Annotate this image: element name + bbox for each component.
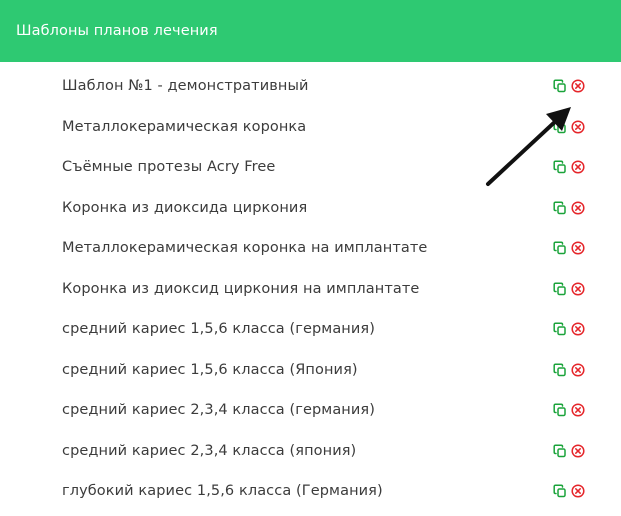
template-actions — [553, 282, 585, 296]
template-name[interactable]: Коронка из диоксид циркония на имплантат… — [62, 281, 419, 297]
copy-icon[interactable] — [553, 79, 567, 93]
template-name[interactable]: средний кариес 1,5,6 класса (Япония) — [62, 362, 358, 378]
delete-circle-x-icon[interactable] — [571, 120, 585, 134]
template-actions — [553, 484, 585, 498]
template-actions — [553, 201, 585, 215]
panel-title: Шаблоны планов лечения — [16, 23, 218, 39]
template-name[interactable]: Металлокерамическая коронка на имплантат… — [62, 240, 427, 256]
delete-circle-x-icon[interactable] — [571, 201, 585, 215]
template-actions — [553, 403, 585, 417]
template-row[interactable]: средний кариес 2,3,4 класса (германия) — [0, 390, 621, 431]
copy-icon[interactable] — [553, 160, 567, 174]
copy-icon[interactable] — [553, 201, 567, 215]
treatment-plan-templates-panel: Шаблоны планов лечения Шаблон №1 - демон… — [0, 0, 621, 516]
delete-circle-x-icon[interactable] — [571, 79, 585, 93]
template-actions — [553, 79, 585, 93]
template-actions — [553, 241, 585, 255]
delete-circle-x-icon[interactable] — [571, 444, 585, 458]
template-list: Шаблон №1 - демонстративный Металлокерами… — [0, 66, 621, 512]
copy-icon[interactable] — [553, 322, 567, 336]
delete-circle-x-icon[interactable] — [571, 403, 585, 417]
template-row[interactable]: средний кариес 1,5,6 класса (Япония) — [0, 350, 621, 391]
template-name[interactable]: средний кариес 2,3,4 класса (япония) — [62, 443, 356, 459]
template-name[interactable]: Металлокерамическая коронка — [62, 119, 306, 135]
template-actions — [553, 363, 585, 377]
template-name[interactable]: глубокий кариес 1,5,6 класса (Германия) — [62, 483, 383, 499]
copy-icon[interactable] — [553, 282, 567, 296]
template-actions — [553, 444, 585, 458]
copy-icon[interactable] — [553, 403, 567, 417]
template-actions — [553, 160, 585, 174]
copy-icon[interactable] — [553, 120, 567, 134]
template-row[interactable]: Металлокерамическая коронка на имплантат… — [0, 228, 621, 269]
copy-icon[interactable] — [553, 444, 567, 458]
template-row[interactable]: средний кариес 1,5,6 класса (германия) — [0, 309, 621, 350]
template-name[interactable]: средний кариес 2,3,4 класса (германия) — [62, 402, 375, 418]
template-row[interactable]: Шаблон №1 - демонстративный — [0, 66, 621, 107]
template-name[interactable]: средний кариес 1,5,6 класса (германия) — [62, 321, 375, 337]
delete-circle-x-icon[interactable] — [571, 484, 585, 498]
template-actions — [553, 120, 585, 134]
template-row[interactable]: Съёмные протезы Acry Free — [0, 147, 621, 188]
template-row[interactable]: Коронка из диоксид циркония на имплантат… — [0, 269, 621, 310]
delete-circle-x-icon[interactable] — [571, 282, 585, 296]
copy-icon[interactable] — [553, 363, 567, 377]
template-name[interactable]: Шаблон №1 - демонстративный — [62, 78, 309, 94]
template-name[interactable]: Коронка из диоксида циркония — [62, 200, 307, 216]
delete-circle-x-icon[interactable] — [571, 241, 585, 255]
template-row[interactable]: средний кариес 2,3,4 класса (япония) — [0, 431, 621, 472]
template-actions — [553, 322, 585, 336]
delete-circle-x-icon[interactable] — [571, 363, 585, 377]
panel-header: Шаблоны планов лечения — [0, 0, 621, 62]
copy-icon[interactable] — [553, 484, 567, 498]
template-row[interactable]: Коронка из диоксида циркония — [0, 188, 621, 229]
copy-icon[interactable] — [553, 241, 567, 255]
template-row[interactable]: Металлокерамическая коронка — [0, 107, 621, 148]
delete-circle-x-icon[interactable] — [571, 322, 585, 336]
template-row[interactable]: глубокий кариес 1,5,6 класса (Германия) — [0, 471, 621, 512]
template-name[interactable]: Съёмные протезы Acry Free — [62, 159, 275, 175]
delete-circle-x-icon[interactable] — [571, 160, 585, 174]
